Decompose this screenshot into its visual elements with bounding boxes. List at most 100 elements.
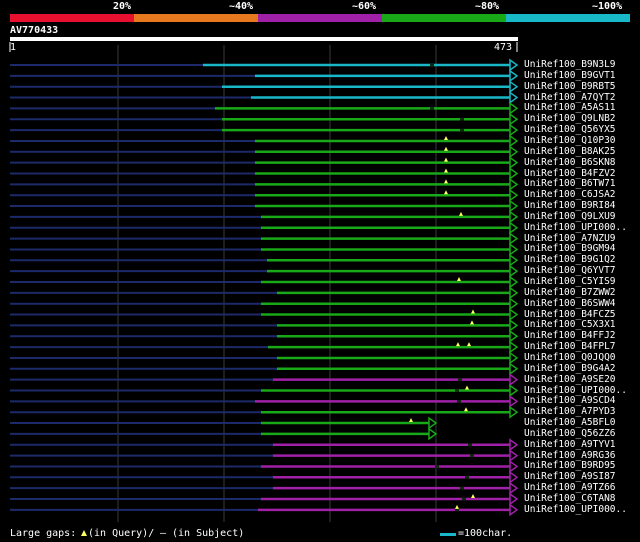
hit-label[interactable]: UniRef100_UPI000.. xyxy=(524,385,627,396)
hit-label[interactable]: UniRef100_B8AK25 xyxy=(524,146,616,157)
hit-end-arrow xyxy=(509,156,519,170)
hit-label[interactable]: UniRef100_C6TAN8 xyxy=(524,493,616,504)
query-gap-mark xyxy=(470,320,474,325)
hit-label[interactable]: UniRef100_B4FFJ2 xyxy=(524,330,616,341)
hit-end-arrow xyxy=(509,318,519,332)
hit-end-arrow xyxy=(509,101,519,115)
hit-label[interactable]: UniRef100_B9G4A2 xyxy=(524,363,616,374)
hit-end-arrow xyxy=(509,308,519,322)
hit-end-arrow xyxy=(509,112,519,126)
hit-label[interactable]: UniRef100_B4FPL7 xyxy=(524,341,616,352)
hit-label[interactable]: UniRef100_A7QYT2 xyxy=(524,92,616,103)
hit-end-arrow xyxy=(509,221,519,235)
hit-label[interactable]: UniRef100_B9N3L9 xyxy=(524,59,616,70)
hit-end-arrow xyxy=(509,470,519,484)
hit-label[interactable]: UniRef100_B9RBT5 xyxy=(524,81,616,92)
hit-end-arrow xyxy=(509,210,519,224)
hit-label[interactable]: UniRef100_Q10P30 xyxy=(524,135,616,146)
query-gap-mark xyxy=(444,190,448,195)
hit-label[interactable]: UniRef100_B7ZWW2 xyxy=(524,287,616,298)
hit-label[interactable]: UniRef100_B9RI84 xyxy=(524,200,616,211)
gaps-label: Large gaps: xyxy=(10,528,77,539)
hit-label[interactable]: UniRef100_A9SI87 xyxy=(524,471,616,482)
hit-label[interactable]: UniRef100_C6JSA2 xyxy=(524,189,616,200)
hit-label[interactable]: UniRef100_B9GVT1 xyxy=(524,70,616,81)
query-gap-mark xyxy=(459,211,463,216)
hit-end-arrow xyxy=(509,91,519,105)
query-gap-mark xyxy=(455,504,459,509)
in-subject-label: (in Subject) xyxy=(172,528,245,539)
hit-label[interactable]: UniRef100_A9SE20 xyxy=(524,374,616,385)
hit-label[interactable]: UniRef100_UPI000.. xyxy=(524,222,627,233)
hit-end-arrow xyxy=(428,427,438,441)
hit-end-arrow xyxy=(509,145,519,159)
hit-end-arrow xyxy=(509,253,519,267)
hit-label[interactable]: UniRef100_Q6YVT7 xyxy=(524,265,616,276)
hit-end-arrow xyxy=(509,449,519,463)
hit-end-arrow xyxy=(509,123,519,137)
hit-label[interactable]: UniRef100_Q9LNB2 xyxy=(524,113,616,124)
hit-end-arrow xyxy=(509,362,519,376)
hit-end-arrow xyxy=(509,373,519,387)
hit-end-arrow xyxy=(509,58,519,72)
hit-label[interactable]: UniRef100_A9TYV1 xyxy=(524,439,616,450)
hit-end-arrow xyxy=(509,503,519,517)
hit-label[interactable]: UniRef100_C5X3X1 xyxy=(524,319,616,330)
hit-label[interactable]: UniRef100_Q0JQQ0 xyxy=(524,352,616,363)
query-gap-mark xyxy=(456,342,460,347)
hit-end-arrow xyxy=(509,405,519,419)
hit-label[interactable]: UniRef100_B6SKN8 xyxy=(524,157,616,168)
query-gap-mark xyxy=(444,168,448,173)
hit-end-arrow xyxy=(509,242,519,256)
hit-end-arrow xyxy=(509,177,519,191)
hit-label[interactable]: UniRef100_A9RG36 xyxy=(524,450,616,461)
query-gap-mark xyxy=(464,407,468,412)
hit-label[interactable]: UniRef100_Q56YX5 xyxy=(524,124,616,135)
length-scale-label: =100char. xyxy=(458,528,513,539)
hit-end-arrow xyxy=(509,69,519,83)
query-gap-mark xyxy=(467,342,471,347)
hit-label[interactable]: UniRef100_B9G1Q2 xyxy=(524,254,616,265)
hit-label[interactable]: UniRef100_A5AS11 xyxy=(524,102,616,113)
alignment-overview: 20% ~40% ~60% ~80% ~100% AV770433 1 473 … xyxy=(0,0,640,542)
length-scale-icon xyxy=(440,533,456,536)
hit-end-arrow xyxy=(509,264,519,278)
hit-label[interactable]: UniRef100_B9GM94 xyxy=(524,243,616,254)
hit-end-arrow xyxy=(509,286,519,300)
hit-label[interactable]: UniRef100_A9TZ66 xyxy=(524,482,616,493)
query-gap-mark xyxy=(444,146,448,151)
hit-label[interactable]: UniRef100_B4FCZ5 xyxy=(524,309,616,320)
hit-label[interactable]: UniRef100_B6SWW4 xyxy=(524,298,616,309)
query-gap-mark xyxy=(444,135,448,140)
query-gap-mark xyxy=(409,418,413,423)
hit-end-arrow xyxy=(509,340,519,354)
gap-in-subject-icon: — xyxy=(160,528,167,539)
query-gap-mark xyxy=(444,179,448,184)
hit-end-arrow xyxy=(509,459,519,473)
hit-end-arrow xyxy=(509,134,519,148)
hit-label[interactable]: UniRef100_A7NZU9 xyxy=(524,233,616,244)
query-gap-mark xyxy=(465,385,469,390)
hit-end-arrow xyxy=(509,481,519,495)
hit-label[interactable]: UniRef100_B4FZV2 xyxy=(524,168,616,179)
hit-end-arrow xyxy=(509,394,519,408)
hit-label[interactable]: UniRef100_C5YIS9 xyxy=(524,276,616,287)
hit-label[interactable]: UniRef100_UPI000.. xyxy=(524,504,627,515)
hit-label[interactable]: UniRef100_Q56ZZ6 xyxy=(524,428,616,439)
query-gap-mark xyxy=(457,277,461,281)
query-gap-mark xyxy=(444,157,448,162)
hit-label[interactable]: UniRef100_B6TW71 xyxy=(524,178,616,189)
hit-label[interactable]: UniRef100_Q9LXU9 xyxy=(524,211,616,222)
hit-label[interactable]: UniRef100_B9RD95 xyxy=(524,460,616,471)
hit-end-arrow xyxy=(509,80,519,94)
hit-label[interactable]: UniRef100_A9SCD4 xyxy=(524,395,616,406)
query-gap-mark xyxy=(471,309,475,314)
hit-label[interactable]: UniRef100_A5BFL0 xyxy=(524,417,616,428)
hit-end-arrow xyxy=(509,384,519,397)
hit-end-arrow xyxy=(509,492,519,506)
hit-end-arrow xyxy=(509,329,519,343)
hit-end-arrow xyxy=(509,199,519,213)
query-gap-mark xyxy=(471,494,475,498)
hit-end-arrow xyxy=(428,416,438,430)
hit-label[interactable]: UniRef100_A7PYD3 xyxy=(524,406,616,417)
